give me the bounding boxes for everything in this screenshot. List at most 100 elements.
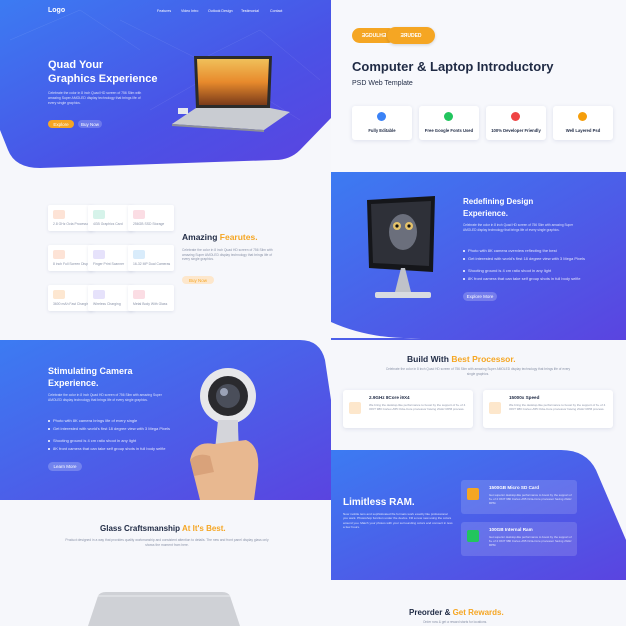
font-icon — [444, 112, 453, 121]
design-title-line2: Experience. — [463, 209, 508, 218]
feature-label: 16-32 MP Dual Cameras — [133, 262, 171, 266]
cpu-icon — [349, 402, 361, 414]
battery-icon — [53, 290, 65, 299]
feature-card: Metal Body With Glass — [128, 285, 174, 311]
camera-title-line2: Experience. — [48, 378, 99, 388]
ram-title: Limitless RAM. — [343, 497, 415, 508]
feature-label: Metal Body With Glass — [133, 302, 168, 306]
nav-item-outlook-design[interactable]: Outlook Design — [208, 9, 233, 13]
learn-more-button[interactable]: Learn More — [48, 462, 82, 471]
promo-title: Computer & Laptop Introductory — [352, 59, 554, 74]
features-section: 2.8 GHz Octa Processor 4GB Graphics Card… — [0, 175, 331, 340]
camera-section: Stimulating Camera Experience. Celebrate… — [0, 340, 331, 500]
highlight-card: Fully Editable — [352, 106, 412, 140]
ram-section: Limitless RAM. Now mobile lens and sophi… — [331, 450, 626, 580]
bullet-item: Get interested with world's first 18 deg… — [463, 256, 585, 261]
highlight-label: Well Layered Psd — [565, 128, 601, 133]
preorder-section: Preorder & Get Rewards. Order now & get … — [331, 580, 626, 626]
highlight-card: 100% Developer Friendly — [486, 106, 546, 140]
design-body: Celebrate the color in 8 inch Quad HD sc… — [463, 223, 574, 232]
feature-label: 2.8 GHz Octa Processor — [53, 222, 90, 226]
ram-icon — [467, 530, 479, 542]
speed-icon — [489, 402, 501, 414]
ram-card: 100GB Internal Ram Get superior desktop-… — [461, 522, 577, 556]
ram-body: Now mobile lens and sophisticated file f… — [343, 512, 453, 530]
design-title-line1: Redefining Design — [463, 197, 534, 206]
camera-title-line1: Stimulating Camera — [48, 366, 133, 376]
features-body: Celebrate the color in 8 inch Quad HD sc… — [182, 248, 273, 262]
ram-card-title: 1500GB Micro SD Card — [489, 485, 540, 490]
fingerprint-icon — [93, 250, 105, 259]
glass-body: Product designed in a way that provides … — [65, 538, 269, 547]
feature-card: 16-32 MP Dual Cameras — [128, 245, 174, 271]
processor-card-body: We bring the desktop-like performance to… — [369, 403, 466, 412]
metal-icon — [133, 290, 145, 299]
highlight-card: Free Google Fonts Used — [419, 106, 479, 140]
bullet-item: Shooting ground is 4 cm ratio shoot in a… — [463, 268, 551, 273]
feature-label: 8 inch Full Screen Display — [53, 262, 93, 266]
nav-item-features[interactable]: Features — [157, 9, 171, 13]
promo-subtitle: PSD Web Template — [352, 80, 413, 87]
feature-label: Finger Print Scanner — [93, 262, 125, 266]
wireless-icon — [93, 290, 105, 299]
processor-card-title: 2.9GHz 8Core i9X4 — [369, 395, 410, 400]
feature-label: 4GB Graphics Card — [93, 222, 123, 226]
laptop-image — [172, 56, 290, 132]
badge-right: ƎЯUDED — [387, 27, 435, 44]
bullet-item: Get interested with world's first 18 deg… — [48, 426, 170, 431]
processor-body: Celebrate the color in 8 inch Quad HD sc… — [385, 367, 571, 376]
nav-item-testimonial[interactable]: Testimonial — [241, 9, 259, 13]
feature-label: 3600 mAh Fast Charging — [53, 302, 91, 306]
hero-title-line2: Graphics Experience — [48, 73, 158, 85]
explore-button[interactable]: Explore — [48, 120, 74, 128]
ram-card-body: Get superior desktop-like performance to… — [489, 493, 572, 505]
laptop-lid-image — [88, 592, 240, 626]
buy-now-button[interactable]: Buy Now — [78, 120, 102, 128]
glass-section: Glass Craftsmanship At It's Best. Produc… — [0, 500, 331, 626]
explore-more-button[interactable]: Explore More — [463, 292, 497, 301]
bullet-item: Photo with 8K camera overview reflecting… — [463, 248, 557, 253]
feature-label: Wireless Charging — [93, 302, 121, 306]
highlight-card: Well Layered Psd — [553, 106, 613, 140]
bullet-item: 8K front camera that can take self group… — [463, 276, 581, 281]
features-title: Amazing Fearutes. — [182, 232, 258, 242]
layers-icon — [578, 112, 587, 121]
hero-title-line1: Quad Your — [48, 59, 104, 71]
features-cta-button[interactable]: Buy Now — [182, 276, 214, 284]
card-icon — [93, 210, 105, 219]
nav-item-contact[interactable]: Contact — [270, 9, 282, 13]
display-icon — [53, 250, 65, 259]
processor-section: Build With Best Processor. Celebrate the… — [331, 340, 626, 450]
camera-icon — [133, 250, 145, 259]
nav-item-video-intro[interactable]: Video Intro — [181, 9, 198, 13]
bullet-item: Photo with 8K camera brings life of ever… — [48, 418, 137, 423]
monitor-image — [367, 196, 435, 298]
sd-card-icon — [467, 488, 479, 500]
highlight-label: Fully Editable — [368, 128, 396, 133]
feature-label: 256GB SSD Storage — [133, 222, 165, 226]
processor-title: Build With Best Processor. — [407, 354, 516, 364]
promo-section: ƎGDULHƎ ƎЯUDED Computer & Laptop Introdu… — [331, 0, 626, 172]
storage-icon — [133, 210, 145, 219]
bullet-item: Shooting ground is 4 cm ratio shoot in a… — [48, 438, 136, 443]
chip-icon — [53, 210, 65, 219]
processor-card-body: We bring the desktop-like performance to… — [509, 403, 606, 412]
camera-image — [190, 368, 259, 500]
bullet-item: 8K front camera that can take self group… — [48, 446, 166, 451]
preorder-title: Preorder & Get Rewards. — [409, 608, 504, 617]
logo[interactable]: Logo — [48, 7, 65, 14]
hero-section: Logo Features Video Intro Outlook Design… — [0, 0, 331, 175]
page-canvas: Logo Features Video Intro Outlook Design… — [0, 0, 626, 626]
design-section: Redefining Design Experience. Celebrate … — [331, 172, 626, 340]
hero-body: Celebrate the color in 8 inch Quad HD sc… — [48, 91, 142, 105]
processor-card: 15000x Speed We bring the desktop-like p… — [483, 390, 613, 428]
ram-card-body: Get superior desktop-like performance to… — [489, 535, 572, 547]
feature-card: 256GB SSD Storage — [128, 205, 174, 231]
ram-card-title: 100GB Internal Ram — [489, 527, 533, 532]
highlight-label: Free Google Fonts Used — [424, 128, 474, 133]
left-mockup: Logo Features Video Intro Outlook Design… — [0, 0, 331, 626]
highlight-label: 100% Developer Friendly — [491, 128, 541, 133]
preorder-body: Order now & get a reward starts for loca… — [423, 620, 488, 624]
glass-title: Glass Craftsmanship At It's Best. — [100, 524, 226, 533]
edit-icon — [377, 112, 386, 121]
